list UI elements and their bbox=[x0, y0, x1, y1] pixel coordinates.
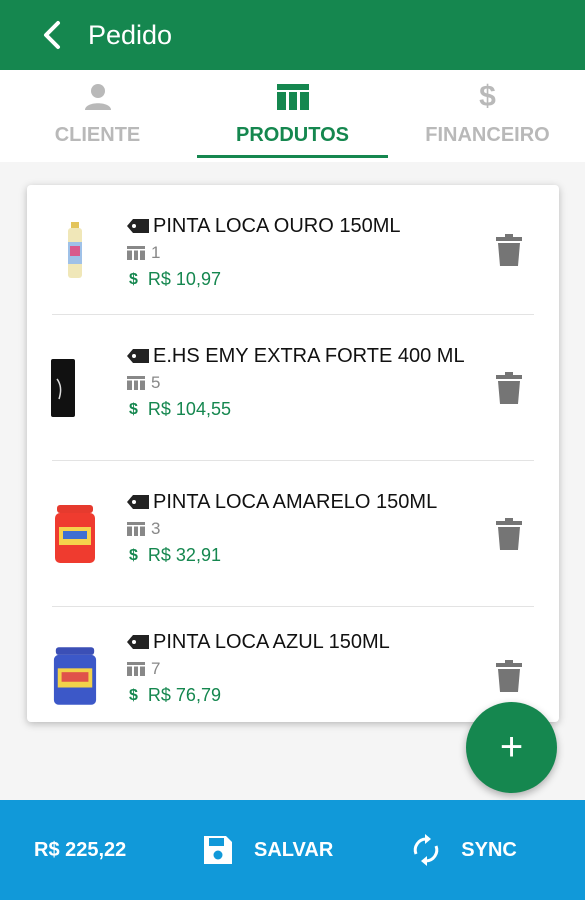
product-price: R$ 76,79 bbox=[147, 685, 221, 705]
quantity-icon bbox=[127, 662, 145, 676]
quantity-icon bbox=[127, 522, 145, 536]
trash-icon bbox=[496, 233, 522, 266]
delete-item-button[interactable] bbox=[492, 514, 526, 554]
delete-item-button[interactable] bbox=[492, 368, 526, 408]
list-item[interactable]: PINTA LOCA OURO 150ML 1 $ R$ 10,97 bbox=[52, 185, 534, 315]
product-price: R$ 10,97 bbox=[147, 269, 221, 289]
save-button[interactable]: SALVAR bbox=[202, 834, 333, 866]
product-price: R$ 104,55 bbox=[147, 399, 231, 419]
app-bar: Pedido bbox=[0, 0, 585, 70]
tag-icon bbox=[127, 635, 149, 649]
tab-financeiro-label: FINANCEIRO bbox=[425, 124, 550, 146]
price-dollar-icon: $ bbox=[129, 270, 138, 288]
sync-icon bbox=[414, 834, 439, 866]
list-item[interactable]: PINTA LOCA AZUL 150ML 7 $ R$ 76,79 bbox=[52, 607, 534, 722]
dollar-icon: $ bbox=[479, 80, 496, 113]
product-quantity: 7 bbox=[151, 659, 161, 678]
sync-button[interactable]: SYNC bbox=[411, 834, 517, 866]
sync-label: SYNC bbox=[461, 838, 517, 861]
tab-cliente-label: CLIENTE bbox=[54, 124, 141, 146]
trash-icon bbox=[496, 660, 522, 692]
table-icon bbox=[276, 80, 310, 114]
trash-icon bbox=[496, 371, 522, 404]
bottom-bar: R$ 225,22 SALVAR SYNC bbox=[0, 800, 585, 900]
tab-produtos-label: PRODUTOS bbox=[236, 124, 349, 146]
save-label: SALVAR bbox=[254, 838, 334, 861]
product-name: PINTA LOCA AZUL 150ML bbox=[153, 631, 390, 653]
product-thumbnail bbox=[52, 221, 98, 278]
quantity-icon bbox=[127, 376, 145, 390]
delete-item-button[interactable] bbox=[492, 230, 526, 270]
person-icon bbox=[83, 80, 113, 114]
trash-icon bbox=[496, 517, 522, 550]
product-price: R$ 32,91 bbox=[147, 545, 221, 565]
tag-icon bbox=[127, 219, 149, 233]
product-name: PINTA LOCA AMARELO 150ML bbox=[153, 491, 438, 513]
page-title: Pedido bbox=[88, 19, 173, 50]
tab-cliente[interactable]: CLIENTE bbox=[0, 70, 195, 162]
product-thumbnail bbox=[40, 358, 86, 417]
product-name: PINTA LOCA OURO 150ML bbox=[153, 215, 401, 237]
price-dollar-icon: $ bbox=[129, 546, 138, 564]
tab-financeiro[interactable]: $ FINANCEIRO bbox=[390, 70, 585, 162]
back-button[interactable] bbox=[22, 0, 82, 70]
list-item[interactable]: PINTA LOCA AMARELO 150ML 3 $ R$ 32,91 bbox=[52, 461, 534, 607]
tag-icon bbox=[127, 349, 149, 363]
tab-produtos[interactable]: PRODUTOS bbox=[195, 70, 390, 162]
price-dollar-icon: $ bbox=[129, 400, 138, 418]
product-list: PINTA LOCA OURO 150ML 1 $ R$ 10,97 E.HS … bbox=[27, 185, 559, 722]
chevron-left-icon bbox=[44, 21, 60, 49]
order-total: R$ 225,22 bbox=[34, 838, 127, 861]
list-item[interactable]: E.HS EMY EXTRA FORTE 400 ML 5 $ R$ 104,5… bbox=[51, 315, 534, 461]
product-quantity: 3 bbox=[151, 519, 161, 538]
floppy-disk-icon bbox=[204, 836, 232, 864]
quantity-icon bbox=[127, 246, 145, 260]
price-dollar-icon: $ bbox=[129, 686, 138, 704]
product-name: E.HS EMY EXTRA FORTE 400 ML bbox=[153, 345, 465, 367]
product-thumbnail bbox=[52, 504, 98, 563]
delete-item-button[interactable] bbox=[492, 656, 526, 696]
tab-bar: CLIENTE PRODUTOS $ FINANCEIRO bbox=[0, 70, 585, 162]
product-quantity: 1 bbox=[151, 243, 161, 262]
add-product-button[interactable]: + bbox=[466, 702, 557, 793]
product-quantity: 5 bbox=[151, 373, 161, 392]
tag-icon bbox=[127, 495, 149, 509]
plus-icon: + bbox=[499, 725, 524, 769]
product-thumbnail bbox=[52, 646, 98, 706]
